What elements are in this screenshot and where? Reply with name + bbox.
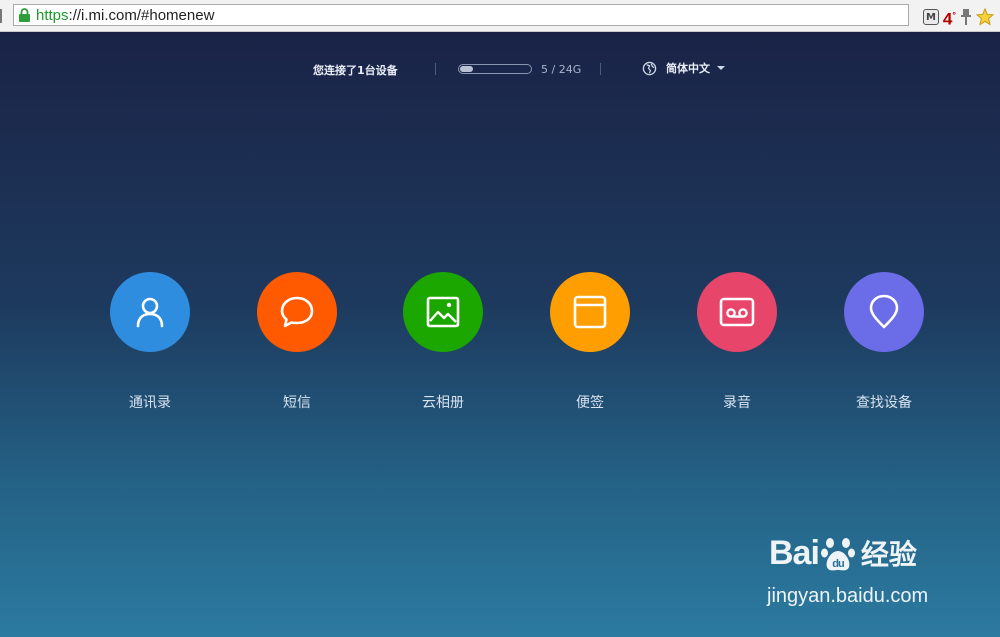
- mi-cloud-home: 您连接了1台设备 5 / 24G 简体中文 通讯录 短信 云相册 便签 录音 查…: [0, 32, 1000, 637]
- contacts-person-icon: [136, 297, 164, 328]
- app-cloud-gallery[interactable]: 云相册: [383, 272, 503, 412]
- address-bar[interactable]: https://i.mi.com/#homenew: [13, 4, 909, 26]
- watermark-brand-bai: Bai: [769, 534, 820, 572]
- bookmark-star-icon[interactable]: [976, 8, 994, 26]
- watermark-logo: Bai du 经验: [769, 533, 917, 573]
- app-contacts[interactable]: 通讯录: [90, 272, 210, 412]
- language-label: 简体中文: [666, 62, 710, 75]
- monitor-extension-icon[interactable]: M: [922, 9, 939, 26]
- url-scheme: https: [36, 6, 69, 24]
- app-label[interactable]: 通讯录: [90, 392, 210, 412]
- app-icon-circle[interactable]: [550, 272, 630, 352]
- storage-progress-fill: [460, 66, 473, 72]
- divider: [600, 63, 601, 75]
- app-label[interactable]: 便签: [530, 392, 650, 412]
- watermark-domain: jingyan.baidu.com: [767, 585, 929, 607]
- app-messages[interactable]: 短信: [237, 272, 357, 412]
- app-icon-circle[interactable]: [844, 272, 924, 352]
- status-bar: 您连接了1台设备 5 / 24G 简体中文: [0, 60, 1000, 78]
- browser-toolbar: https://i.mi.com/#homenew M 4°: [0, 0, 1000, 32]
- app-label[interactable]: 查找设备: [824, 392, 944, 412]
- lock-icon: [19, 7, 30, 22]
- weather-unit: °: [952, 10, 956, 20]
- watermark-brand-cn: 经验: [860, 538, 917, 571]
- app-icon-circle[interactable]: [110, 272, 190, 352]
- message-bubble-icon: [280, 296, 314, 328]
- app-notes[interactable]: 便签: [530, 272, 650, 412]
- app-label[interactable]: 录音: [677, 392, 797, 412]
- app-icon-circle[interactable]: [697, 272, 777, 352]
- app-label[interactable]: 云相册: [383, 392, 503, 412]
- app-label[interactable]: 短信: [237, 392, 357, 412]
- extension-icons: M 4°: [922, 6, 994, 29]
- photo-gallery-icon: [426, 296, 460, 328]
- note-window-icon: [573, 295, 607, 329]
- app-icon-circle[interactable]: [257, 272, 337, 352]
- app-find-device[interactable]: 查找设备: [824, 272, 944, 412]
- globe-icon: [642, 61, 657, 75]
- paw-icon: du: [820, 538, 855, 571]
- back-button-edge[interactable]: [0, 9, 6, 23]
- language-selector[interactable]: 简体中文: [642, 60, 725, 76]
- pin-extension-icon[interactable]: [960, 8, 972, 26]
- app-recordings[interactable]: 录音: [677, 272, 797, 412]
- weather-temperature: 4: [942, 9, 953, 29]
- divider: [435, 63, 436, 75]
- watermark-brand-du: du: [832, 558, 844, 570]
- location-pin-icon: [869, 294, 899, 329]
- storage-usage-text: 5 / 24G: [541, 63, 582, 76]
- voicemail-recorder-icon: [719, 297, 755, 327]
- app-icon-circle[interactable]: [403, 272, 483, 352]
- baidu-jingyan-watermark: Bai du 经验 jingyan.baidu.com: [765, 525, 965, 615]
- weather-extension[interactable]: 4°: [943, 6, 956, 29]
- storage-progress-bar: [458, 64, 532, 74]
- connected-devices-status[interactable]: 您连接了1台设备: [313, 62, 398, 78]
- url-path: ://i.mi.com/#homenew: [68, 6, 215, 24]
- chevron-down-icon: [717, 66, 725, 70]
